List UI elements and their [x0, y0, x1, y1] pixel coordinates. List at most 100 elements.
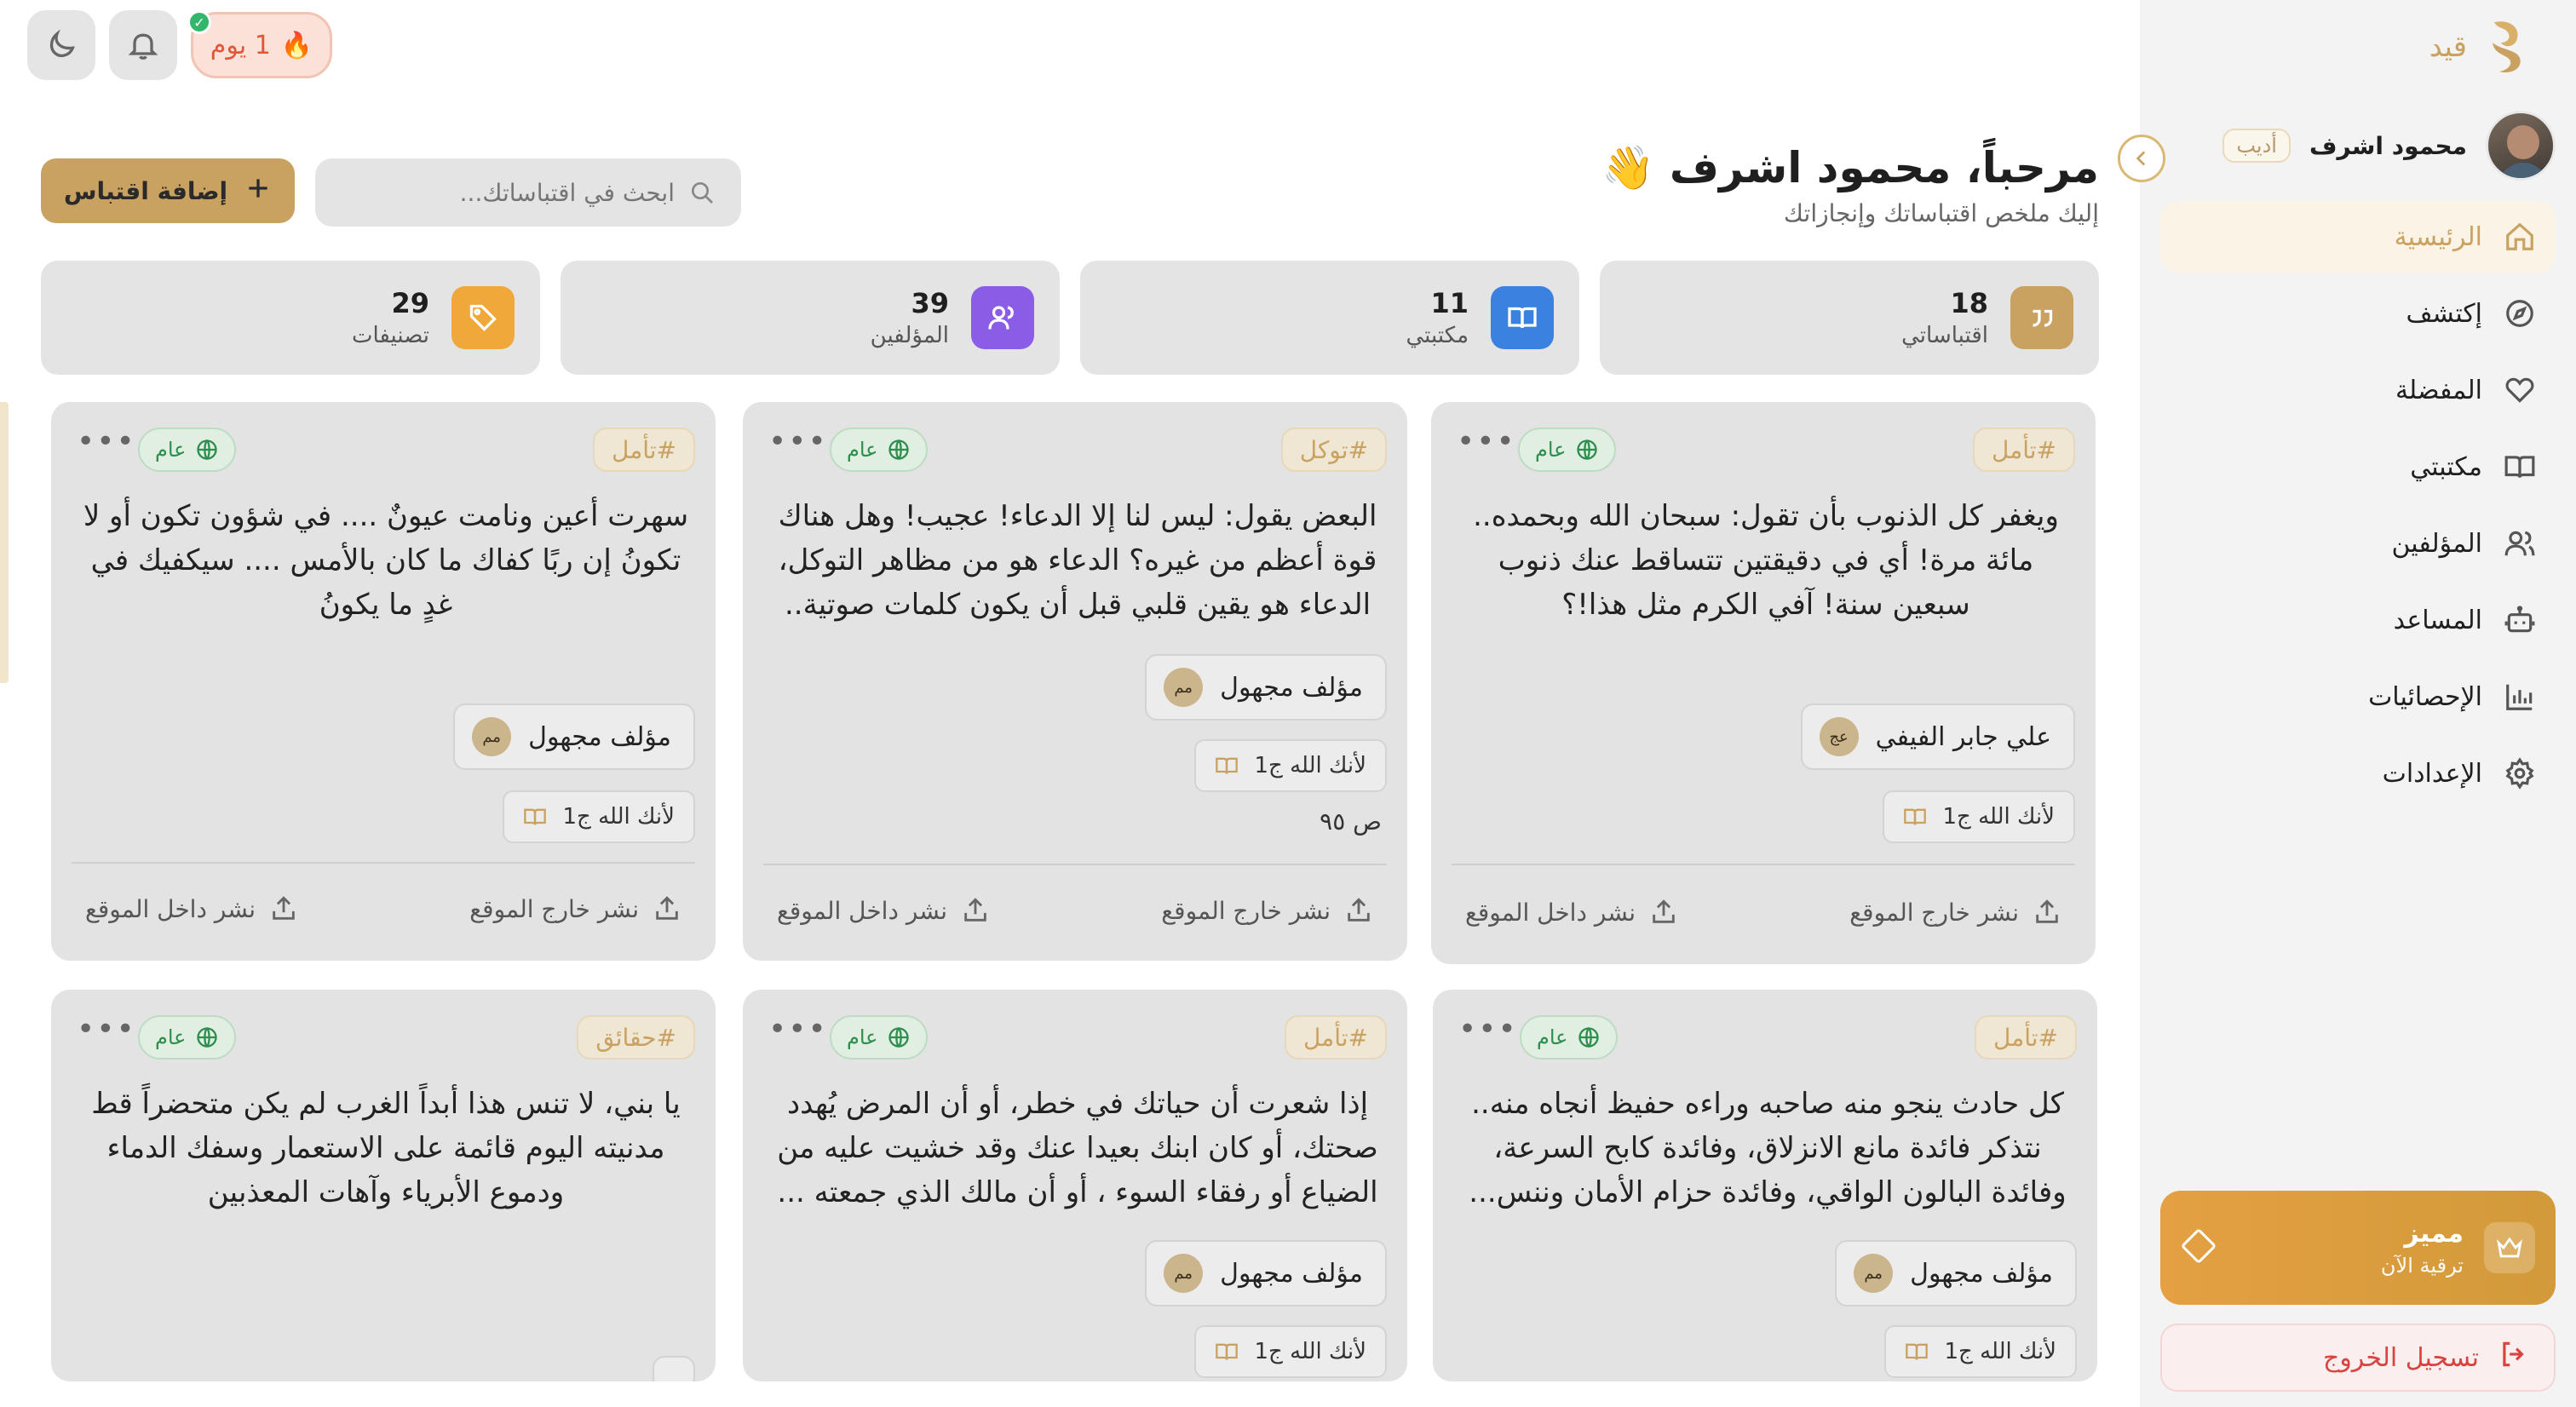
visibility-label: عام	[1537, 1025, 1568, 1049]
book-open-icon	[1491, 286, 1554, 349]
search-box[interactable]	[315, 158, 741, 227]
category-tag[interactable]: #تأمل	[593, 428, 695, 472]
brand[interactable]: قيد	[2429, 17, 2528, 77]
book-title: لأنك الله ج1	[1254, 753, 1366, 778]
sidebar-item-favorites[interactable]: المفضلة	[2160, 354, 2556, 426]
quote-card[interactable]: #تأمل عام ••• كل حادث ينجو منه صاحبه ورا…	[1433, 990, 2097, 1381]
book-title: لأنك الله ج1	[1254, 1339, 1366, 1364]
visibility-label: عام	[847, 438, 878, 462]
stat-label: مكتبتي	[1406, 323, 1469, 348]
share-outside-button[interactable]: نشر خارج الموقع	[1849, 898, 2061, 927]
author-name: مؤلف مجهول	[1910, 1258, 2053, 1289]
stat-card-library[interactable]: 11 مكتبتي	[1080, 261, 1579, 375]
more-options-icon[interactable]: •••	[768, 424, 828, 459]
visibility-badge[interactable]: عام	[1518, 428, 1616, 472]
logout-button[interactable]: تسجيل الخروج	[2160, 1324, 2556, 1392]
sidebar-item-library[interactable]: مكتبتي	[2160, 431, 2556, 502]
sidebar-item-discover[interactable]: إكتشف	[2160, 278, 2556, 349]
more-options-icon[interactable]: •••	[1458, 1012, 1518, 1047]
book-chip[interactable]: لأنك الله ج1	[1194, 1325, 1387, 1378]
visibility-badge[interactable]: عام	[830, 428, 928, 472]
globe-icon	[888, 1026, 909, 1048]
scroll-indicator	[0, 402, 9, 683]
share-outside-button[interactable]: نشر خارج الموقع	[469, 894, 681, 923]
author-chip[interactable]: مؤلف مجهول مم	[1835, 1240, 2077, 1306]
upgrade-premium-button[interactable]: مميز ترقية الآن	[2160, 1191, 2556, 1305]
visibility-badge[interactable]: عام	[830, 1015, 928, 1060]
visibility-badge[interactable]: عام	[138, 1015, 236, 1060]
book-title: لأنك الله ج1	[562, 804, 675, 830]
quote-card[interactable]: #حقائق عام ••• يا بني، لا تنس هذا أبداً …	[51, 990, 716, 1381]
quote-card[interactable]: #تأمل عام ••• إذا شعرت أن حياتك في خطر، …	[743, 990, 1407, 1381]
category-tag[interactable]: #حقائق	[577, 1015, 695, 1060]
divider	[72, 862, 695, 864]
author-chip[interactable]: علي جابر الفيفي عج	[1800, 704, 2075, 770]
sidebar-item-home[interactable]: الرئيسية	[2160, 201, 2556, 273]
quote-card[interactable]: #توكل عام ••• البعض يقول: ليس لنا إلا ال…	[743, 402, 1407, 961]
share-inside-button[interactable]: نشر داخل الموقع	[1465, 898, 1678, 927]
bot-icon	[2503, 603, 2537, 637]
streak-badge[interactable]: 🔥 1 يوم	[191, 12, 332, 78]
share-icon	[964, 898, 986, 922]
stat-label: اقتباساتي	[1901, 323, 1988, 348]
author-name: مؤلف مجهول	[1220, 672, 1363, 703]
book-title: لأنك الله ج1	[1944, 1339, 2056, 1364]
category-tag[interactable]: #تأمل	[1285, 1015, 1387, 1060]
category-tag[interactable]: #تأمل	[1973, 428, 2075, 472]
stat-value: 39	[911, 287, 949, 319]
stat-card-quotes[interactable]: 18 اقتباساتي	[1600, 261, 2099, 375]
author-chip[interactable]	[653, 1356, 695, 1381]
category-tag[interactable]: #تأمل	[1975, 1015, 2077, 1060]
more-options-icon[interactable]: •••	[768, 1012, 828, 1047]
sidebar-item-label: مكتبتي	[2410, 451, 2482, 482]
stat-card-authors[interactable]: 39 المؤلفين	[561, 261, 1060, 375]
author-chip[interactable]: مؤلف مجهول مم	[453, 704, 695, 770]
sidebar-item-label: المؤلفين	[2391, 528, 2482, 559]
more-options-icon[interactable]: •••	[77, 1012, 136, 1047]
quote-card[interactable]: #تأمل عام ••• سهرت أعين ونامت عيونٌ ....…	[51, 402, 716, 961]
visibility-label: عام	[1535, 438, 1567, 462]
add-quote-label: إضافة اقتباس	[63, 176, 228, 205]
category-tag[interactable]: #توكل	[1280, 428, 1387, 472]
sidebar-item-label: الإعدادات	[2382, 758, 2482, 789]
visibility-badge[interactable]: عام	[138, 428, 236, 472]
author-name: مؤلف مجهول	[1220, 1258, 1363, 1289]
sidebar-item-settings[interactable]: الإعدادات	[2160, 738, 2556, 809]
more-options-icon[interactable]: •••	[77, 424, 136, 459]
book-chip[interactable]: لأنك الله ج1	[1883, 790, 2075, 843]
sidebar-item-authors[interactable]: المؤلفين	[2160, 508, 2556, 579]
add-quote-button[interactable]: إضافة اقتباس	[41, 158, 295, 223]
sidebar-item-statistics[interactable]: الإحصائيات	[2160, 661, 2556, 732]
collapse-sidebar-button[interactable]	[2118, 135, 2165, 182]
divider	[763, 864, 1387, 865]
globe-icon	[196, 1026, 217, 1048]
author-chip[interactable]: مؤلف مجهول مم	[1145, 654, 1387, 721]
stat-card-categories[interactable]: 29 تصنيفات	[41, 261, 540, 375]
tag-icon	[451, 286, 515, 349]
streak-label: 1 يوم	[210, 30, 271, 60]
dark-mode-toggle[interactable]	[27, 10, 95, 80]
stat-value: 11	[1430, 287, 1469, 319]
quote-card[interactable]: #تأمل عام ••• ويغفر كل الذنوب بأن تقول: …	[1431, 402, 2096, 964]
book-icon	[524, 808, 547, 825]
share-inside-button[interactable]: نشر داخل الموقع	[777, 896, 990, 925]
share-inside-button[interactable]: نشر داخل الموقع	[85, 894, 298, 923]
quote-text: البعض يقول: ليس لنا إلا الدعاء! عجيب! وه…	[778, 499, 1377, 622]
sidebar-item-assistant[interactable]: المساعد	[2160, 584, 2556, 656]
share-icon	[1653, 899, 1675, 923]
book-chip[interactable]: لأنك الله ج1	[1194, 739, 1387, 792]
quote-text: إذا شعرت أن حياتك في خطر، أو أن المرض يُ…	[777, 1087, 1378, 1209]
author-name: علي جابر الفيفي	[1875, 721, 2051, 752]
book-chip[interactable]: لأنك الله ج1	[1884, 1325, 2077, 1378]
more-options-icon[interactable]: •••	[1457, 424, 1516, 459]
author-chip[interactable]: مؤلف مجهول مم	[1145, 1240, 1387, 1306]
author-initials: عج	[1819, 717, 1859, 756]
user-profile[interactable]: محمود اشرف أديب	[2222, 111, 2556, 181]
visibility-badge[interactable]: عام	[1520, 1015, 1618, 1060]
heart-icon	[2503, 373, 2537, 407]
notifications-button[interactable]	[109, 10, 177, 80]
home-icon	[2503, 220, 2537, 254]
share-outside-button[interactable]: نشر خارج الموقع	[1161, 896, 1373, 925]
book-chip[interactable]: لأنك الله ج1	[503, 790, 695, 843]
search-input[interactable]	[351, 178, 675, 207]
